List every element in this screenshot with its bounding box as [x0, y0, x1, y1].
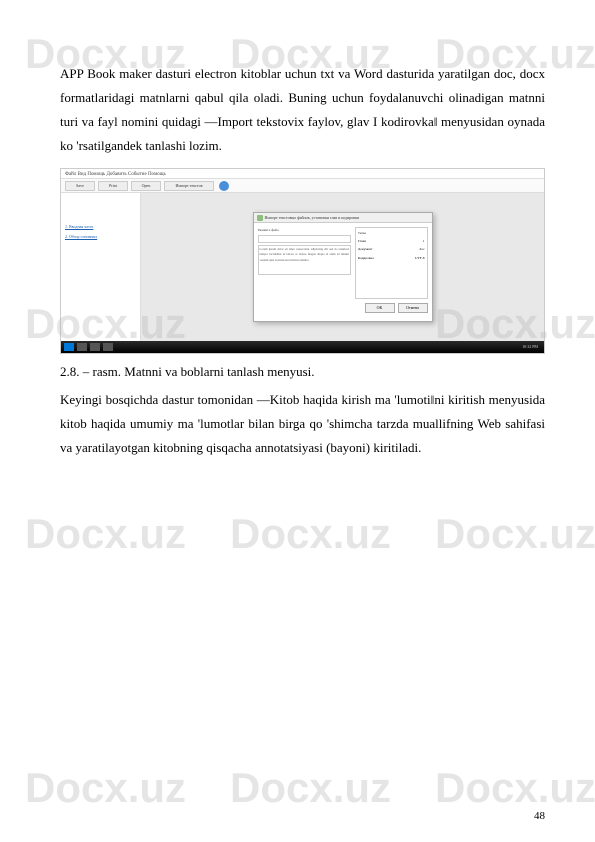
toolbar-button-print[interactable]: Print [98, 181, 128, 191]
taskbar-item[interactable] [77, 343, 87, 351]
file-label: Укажите файл [258, 227, 351, 233]
file-input[interactable] [258, 235, 351, 243]
gear-icon[interactable] [219, 181, 229, 191]
dialog-left-panel: Укажите файл Lorem ipsum dolor sit amet … [258, 227, 351, 299]
watermark: Docx.uz [435, 764, 595, 812]
windows-taskbar: 10:32 PM [61, 341, 544, 353]
types-label: Типы [358, 230, 425, 236]
watermark: Docx.uz [25, 510, 186, 558]
app-canvas: Импорт текстовых файлов, установки глав … [141, 193, 544, 341]
dialog-body: Укажите файл Lorem ipsum dolor sit amet … [254, 223, 432, 303]
page-number: 48 [534, 810, 545, 822]
watermark: Docx.uz [25, 764, 186, 812]
dialog-titlebar: Импорт текстовых файлов, установки глав … [254, 213, 432, 223]
dialog-right-panel: Типы Глава 1 Документ doc Кодировка [355, 227, 428, 299]
app-menubar: Файл Вид Помощь Добавить Событие Помощь [61, 169, 544, 179]
taskbar-item[interactable] [90, 343, 100, 351]
dialog-buttons: OK Отмена [254, 303, 432, 317]
toolbar-button-open[interactable]: Open [131, 181, 161, 191]
watermark: Docx.uz [230, 510, 391, 558]
preview-textarea[interactable]: Lorem ipsum dolor sit amet consectetur a… [258, 245, 351, 275]
taskbar-item[interactable] [103, 343, 113, 351]
embedded-screenshot: Файл Вид Помощь Добавить Событие Помощь … [60, 168, 545, 354]
ok-button[interactable]: OK [365, 303, 395, 313]
start-button[interactable] [64, 343, 74, 351]
taskbar-clock: 10:32 PM [522, 343, 541, 350]
app-sidebar: 1. Вводная часть 2. Обзор основных [61, 193, 141, 341]
row-document: Документ doc [358, 246, 425, 252]
paragraph-2: Keyingi bosqichda dastur tomonidan ―Kito… [60, 388, 545, 460]
figure-caption: 2.8. – rasm. Matnni va boblarni tanlash … [60, 360, 545, 384]
watermark: Docx.uz [435, 510, 595, 558]
row-encoding: Кодировка UTF-8 [358, 255, 425, 261]
sidebar-link-2[interactable]: 2. Обзор основных [65, 233, 136, 240]
dialog-title-text: Импорт текстовых файлов, установки глав … [265, 214, 360, 221]
row-chapter: Глава 1 [358, 238, 425, 244]
dialog-icon [257, 215, 263, 221]
app-toolbar: Save Print Open Импорт текстов [61, 179, 544, 193]
app-main: 1. Вводная часть 2. Обзор основных Импор… [61, 193, 544, 341]
paragraph-1: APP Book maker dasturi electron kitoblar… [60, 62, 545, 158]
page-content: APP Book maker dasturi electron kitoblar… [60, 62, 545, 464]
sidebar-link-1[interactable]: 1. Вводная часть [65, 223, 136, 230]
cancel-button[interactable]: Отмена [398, 303, 428, 313]
toolbar-button-save[interactable]: Save [65, 181, 95, 191]
toolbar-button-import[interactable]: Импорт текстов [164, 181, 214, 191]
import-dialog: Импорт текстовых файлов, установки глав … [253, 212, 433, 322]
watermark: Docx.uz [230, 764, 391, 812]
